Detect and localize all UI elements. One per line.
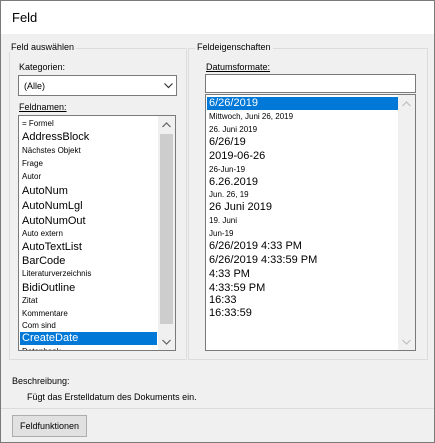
scroll-down-icon[interactable] — [158, 333, 175, 350]
list-item[interactable]: CreateDate — [20, 332, 157, 345]
list-item[interactable]: 26. Juni 2019 — [207, 125, 398, 135]
scroll-up-icon[interactable] — [158, 116, 175, 133]
list-item[interactable]: 19. Juni — [207, 216, 398, 226]
list-item[interactable]: 6.26.2019 — [207, 176, 398, 189]
fieldnames-scrollbar[interactable] — [158, 116, 175, 350]
list-item[interactable]: AddressBlock — [20, 131, 157, 144]
list-item[interactable]: 16:33:59 — [207, 307, 398, 320]
list-item[interactable]: Mittwoch, Juni 26, 2019 — [207, 112, 398, 122]
date-formats-scrollbar[interactable] — [398, 95, 415, 350]
fieldnames-listbox[interactable]: = Formel AddressBlock Nächstes Objekt Frage… — [18, 115, 176, 351]
dialog-title: Feld — [12, 10, 38, 25]
fieldnames-label: Feldnamen: — [19, 102, 67, 112]
chevron-down-icon[interactable] — [159, 76, 176, 95]
field-dialog: Feld Feld auswählen Kategorien: (Alle) F… — [0, 0, 435, 443]
list-item[interactable]: 6/26/2019 4:33 PM — [207, 240, 398, 253]
list-item[interactable]: = Formel — [20, 119, 157, 129]
categories-combobox[interactable]: (Alle) — [18, 75, 177, 96]
date-formats-listbox[interactable]: 6/26/2019 Mittwoch, Juni 26, 2019 26. Juni… — [205, 94, 416, 351]
list-item[interactable]: AutoTextList — [20, 241, 157, 254]
list-item[interactable]: BidiOutline — [20, 282, 157, 295]
list-item[interactable]: BarCode — [20, 255, 157, 268]
bottom-divider — [1, 408, 434, 409]
list-item[interactable]: 6/26/19 — [207, 136, 398, 149]
date-formats-label-text: Datumsformate: — [206, 62, 271, 72]
list-item[interactable]: Literaturverzeichnis — [20, 269, 157, 279]
field-properties-group-title: Feldeigenschaften — [195, 42, 273, 52]
fieldnames-label-text: Feldnamen: — [19, 102, 67, 112]
list-item[interactable]: AutoNumOut — [20, 215, 157, 228]
list-item[interactable]: Nächstes Objekt — [20, 146, 157, 156]
list-item[interactable]: Com sind — [20, 321, 157, 331]
list-item[interactable]: Zitat — [20, 296, 157, 306]
scroll-down-icon[interactable] — [398, 333, 415, 350]
categories-label: Kategorien: — [19, 62, 66, 72]
list-item[interactable]: 4:33 PM — [207, 268, 398, 281]
list-item[interactable]: 2019-06-26 — [207, 150, 398, 163]
description-label: Beschreibung: — [12, 376, 70, 386]
categories-value: (Alle) — [24, 81, 46, 91]
list-item[interactable]: Auto extern — [20, 229, 157, 239]
list-item[interactable]: AutoNumLgl — [20, 200, 157, 213]
list-item[interactable]: Kommentare — [20, 309, 157, 319]
title-bar: Feld — [1, 1, 434, 34]
list-item[interactable]: Jun-19 — [207, 229, 398, 239]
list-item[interactable]: Jun. 26, 19 — [207, 190, 398, 200]
list-item[interactable]: 6/26/2019 — [207, 97, 398, 110]
select-field-group-title: Feld auswählen — [9, 42, 77, 52]
list-item[interactable]: 26-Jun-19 — [207, 165, 398, 175]
field-codes-button[interactable]: Feldfunktionen — [12, 415, 87, 437]
scroll-thumb[interactable] — [160, 134, 173, 324]
list-item[interactable]: 6/26/2019 4:33:59 PM — [207, 254, 398, 267]
list-item[interactable]: AutoNum — [20, 185, 157, 198]
list-item[interactable]: 16:33 — [207, 294, 398, 307]
date-formats-label: Datumsformate: — [206, 62, 270, 72]
list-item[interactable]: Autor — [20, 172, 157, 182]
scroll-up-icon[interactable] — [398, 95, 415, 112]
list-item[interactable]: 26 Juni 2019 — [207, 201, 398, 214]
date-format-input[interactable] — [205, 74, 416, 93]
description-text: Fügt das Erstelldatum des Dokuments ein. — [27, 392, 197, 402]
list-item[interactable]: Frage — [20, 159, 157, 169]
list-item[interactable]: Datenbank — [20, 347, 157, 350]
